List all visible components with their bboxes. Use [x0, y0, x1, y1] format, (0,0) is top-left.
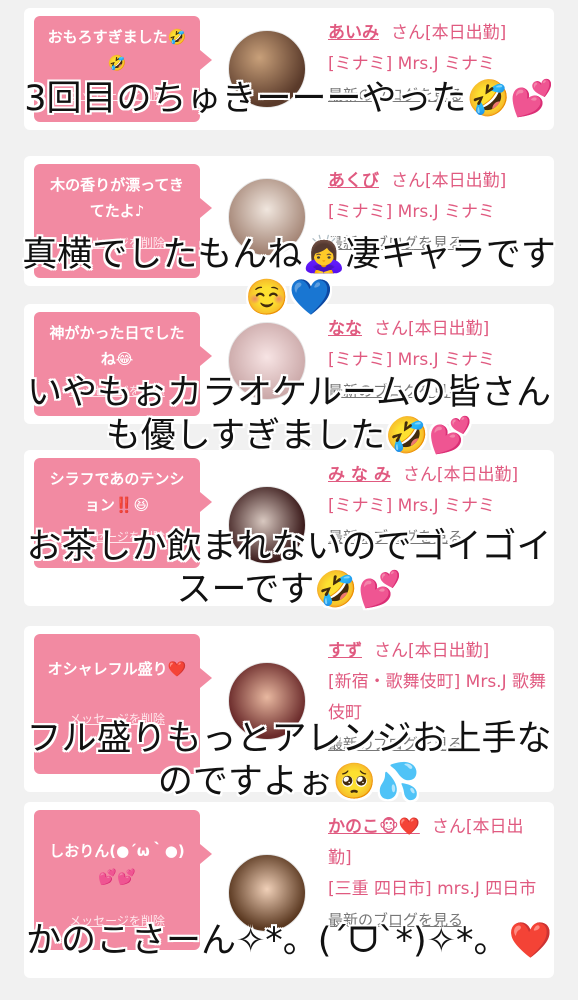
- shop-text: [ミナミ] Mrs.J ミナミ: [328, 496, 496, 516]
- girl-name-link[interactable]: み な み: [328, 465, 391, 485]
- status-text: さん[本日出勤]: [374, 319, 490, 339]
- overlay-caption: フル盛りもっとアレンジお上手なのですよぉ🥺💦: [26, 719, 552, 802]
- message-text: 神がかった日でしたね😂: [49, 324, 185, 368]
- shop-text: [三重 四日市] mrs.J 四日市: [328, 879, 537, 899]
- girl-name-link[interactable]: すず: [328, 641, 362, 661]
- message-text: オシャレフル盛り❤️: [47, 660, 187, 678]
- shop-text: [ミナミ] Mrs.J ミナミ: [328, 54, 496, 74]
- status-text: さん[本日出勤]: [402, 465, 519, 485]
- status-text: さん[本日出勤]: [374, 641, 490, 661]
- overlay-caption: お茶しか飲まれないのでゴイゴイスーです🤣💕: [26, 527, 552, 610]
- shop-text: [ミナミ] Mrs.J ミナミ: [328, 202, 496, 222]
- overlay-caption: かのこさーん✧*。(ˊᗜˋ*)✧*。❤️: [25, 921, 553, 961]
- girl-info: かのこ🐵❤️ さん[本日出勤] [三重 四日市] mrs.J 四日市 最新のブログ…: [328, 812, 546, 936]
- status-text: さん[本日出勤]: [391, 171, 507, 191]
- shop-text: [ミナミ] Mrs.J ミナミ: [328, 350, 496, 370]
- message-text: しおりん(●´ω｀●)💕💕: [49, 842, 185, 886]
- girl-name-link[interactable]: なな: [328, 319, 362, 339]
- message-text: おもろすぎました🤣🤣: [47, 28, 187, 72]
- status-text: さん[本日出勤]: [391, 23, 507, 43]
- message-text: シラフであのテンション‼️😆: [49, 470, 185, 514]
- overlay-caption: 3回目のちゅきーーーやった🤣💕: [24, 79, 554, 119]
- message-text: 木の香りが漂ってきてたよ♪: [50, 176, 184, 220]
- overlay-caption: 真横でしたもんね🙇‍♀️凄キャラです☺️💙: [22, 235, 556, 318]
- shop-text: [新宿・歌舞伎町] Mrs.J 歌舞伎町: [328, 672, 547, 723]
- overlay-caption: いやもぉカラオケルームの皆さんも優しすぎました🤣💕: [27, 373, 551, 456]
- girl-name-link[interactable]: あいみ: [328, 23, 379, 43]
- girl-name-link[interactable]: かのこ🐵❤️: [328, 817, 420, 837]
- girl-name-link[interactable]: あくび: [328, 171, 379, 191]
